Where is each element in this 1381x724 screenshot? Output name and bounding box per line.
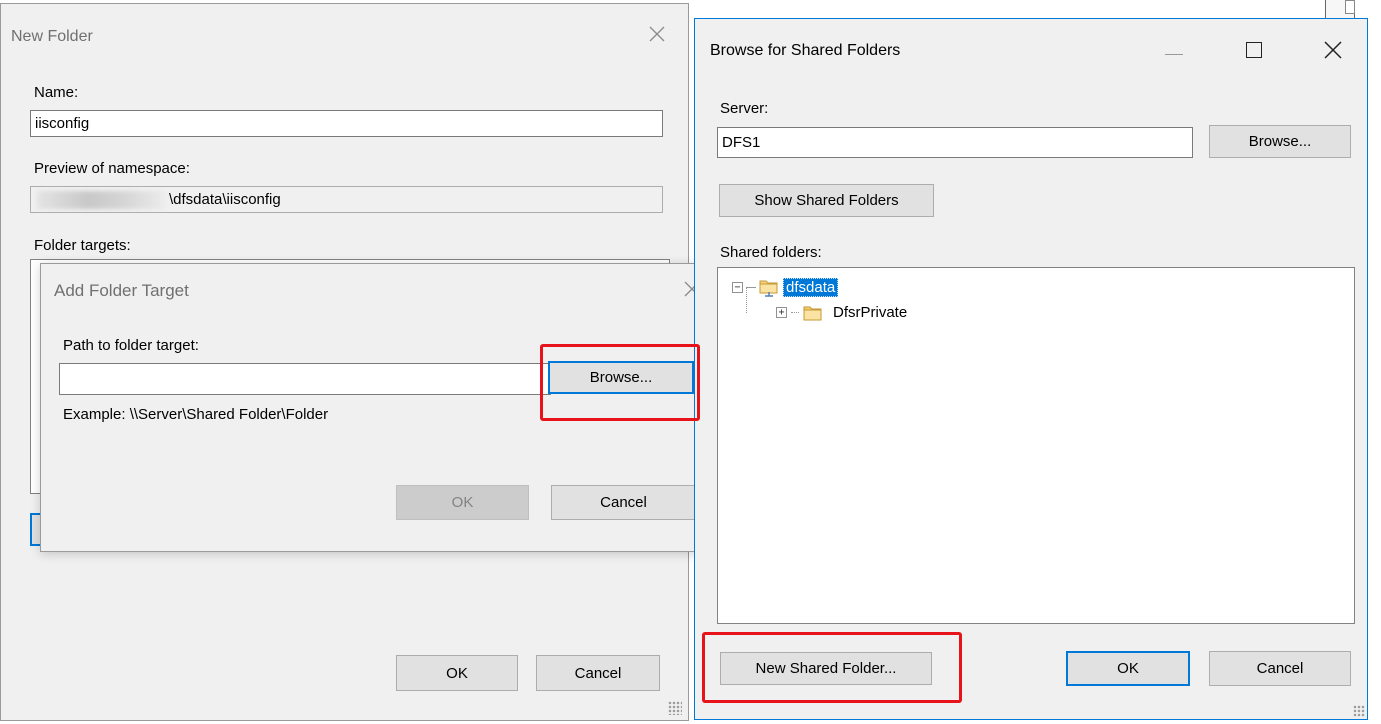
path-example: Example: \\Server\Shared Folder\Folder <box>63 406 329 423</box>
background-window-edge <box>1345 0 1355 14</box>
new-folder-cancel-button[interactable]: Cancel <box>536 655 660 691</box>
blurred-server-name <box>37 191 165 209</box>
path-field[interactable] <box>59 363 551 395</box>
tree-item-dfsrprivate[interactable]: + DfsrPrivate <box>776 304 907 321</box>
server-browse-button[interactable]: Browse... <box>1209 125 1351 158</box>
path-label: Path to folder target: <box>63 337 199 354</box>
browse-shared-ok-button[interactable]: OK <box>1066 651 1190 686</box>
name-label: Name: <box>34 84 79 101</box>
add-target-title: Add Folder Target <box>54 281 189 300</box>
preview-text: \dfsdata\iisconfig <box>169 191 281 208</box>
minimize-icon[interactable] <box>1165 54 1183 55</box>
browse-shared-close-icon[interactable] <box>1323 40 1343 64</box>
collapse-icon[interactable]: − <box>732 282 743 293</box>
browse-shared-cancel-button[interactable]: Cancel <box>1209 651 1351 686</box>
new-folder-close-icon[interactable] <box>647 24 667 48</box>
tree-connector <box>747 287 755 288</box>
shared-folders-tree[interactable]: − dfsdata + DfsrPrivate <box>717 267 1355 624</box>
preview-label: Preview of namespace: <box>34 160 190 177</box>
show-shared-folders-button[interactable]: Show Shared Folders <box>719 184 934 217</box>
expand-icon[interactable]: + <box>776 307 787 318</box>
tree-item-dfsdata[interactable]: − dfsdata <box>732 278 839 297</box>
folder-targets-label: Folder targets: <box>34 237 131 254</box>
browse-shared-title: Browse for Shared Folders <box>710 42 901 59</box>
tree-item-label: DfsrPrivate <box>833 304 908 321</box>
add-target-ok-button: OK <box>396 485 529 520</box>
resize-grip-icon[interactable] <box>668 701 682 715</box>
new-folder-title: New Folder <box>11 28 93 45</box>
shared-folder-icon <box>759 280 779 297</box>
tree-item-label: dfsdata <box>783 278 839 297</box>
new-folder-ok-button[interactable]: OK <box>396 655 518 691</box>
highlight-browse-button <box>540 344 700 421</box>
server-field[interactable]: DFS1 <box>717 127 1193 158</box>
resize-grip-icon[interactable] <box>1353 705 1365 717</box>
tree-connector <box>791 312 799 313</box>
add-target-cancel-button[interactable]: Cancel <box>551 485 696 520</box>
server-label: Server: <box>720 100 769 117</box>
highlight-new-shared-folder <box>702 632 962 703</box>
folder-icon <box>803 305 823 321</box>
preview-field: \dfsdata\iisconfig <box>30 186 663 213</box>
maximize-icon[interactable] <box>1246 42 1262 58</box>
shared-folders-label: Shared folders: <box>720 244 822 261</box>
name-field[interactable]: iisconfig <box>30 110 663 137</box>
browse-shared-folders-dialog: Browse for Shared Folders Server: DFS1 B… <box>694 18 1368 720</box>
